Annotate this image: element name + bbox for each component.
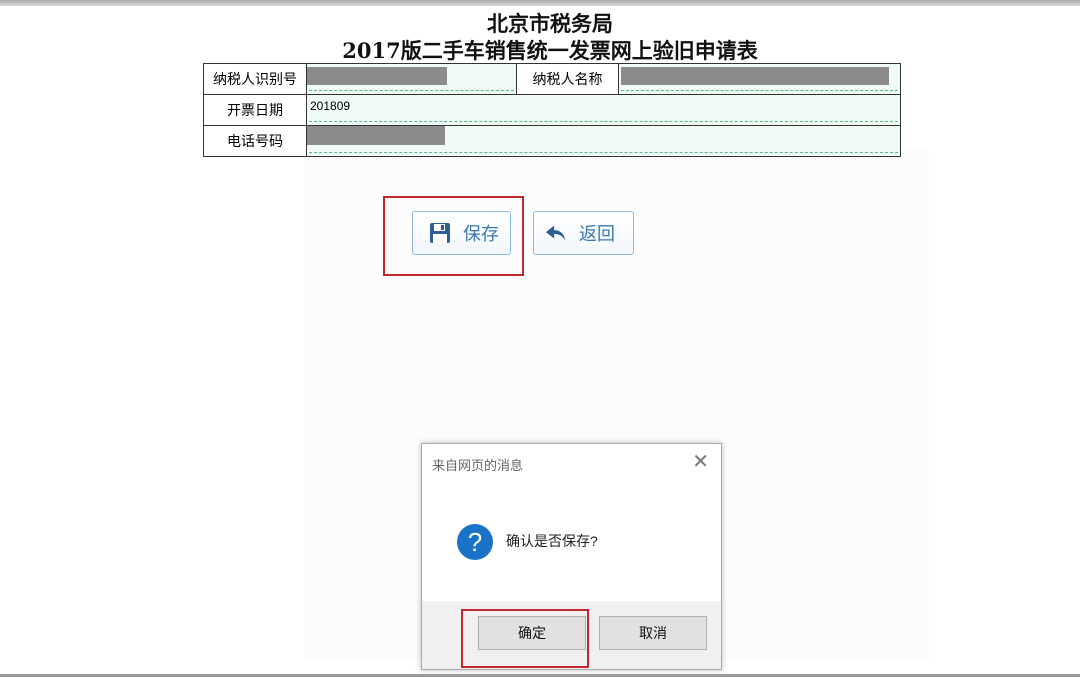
cancel-button[interactable]: 取消 — [599, 616, 707, 650]
redacted-value — [621, 67, 889, 85]
svg-text:?: ? — [468, 527, 482, 557]
application-form: 纳税人识别号 纳税人名称 开票日期 201809 电话号码 — [203, 63, 901, 157]
invoice-date-field[interactable]: 201809 — [306, 94, 901, 126]
close-icon[interactable]: ✕ — [692, 452, 709, 472]
reply-arrow-icon — [545, 222, 567, 244]
save-highlight-box — [383, 196, 524, 276]
taxpayer-name-field[interactable] — [618, 63, 901, 95]
taxpayer-name-label: 纳税人名称 — [516, 63, 619, 95]
invoice-date-label: 开票日期 — [203, 94, 307, 126]
question-icon: ? — [456, 523, 494, 561]
back-button-label: 返回 — [579, 224, 615, 244]
back-button[interactable]: 返回 — [533, 211, 634, 255]
taxpayer-id-label: 纳税人识别号 — [203, 63, 307, 95]
taxpayer-id-field[interactable] — [306, 63, 517, 95]
redacted-value — [307, 67, 447, 85]
top-rule — [0, 0, 1080, 6]
phone-field[interactable] — [306, 125, 901, 157]
phone-label: 电话号码 — [203, 125, 307, 157]
dialog-message: 确认是否保存? — [506, 533, 598, 549]
dialog-title: 来自网页的消息 — [432, 458, 524, 473]
ok-highlight-box — [461, 609, 589, 668]
invoice-date-value: 201809 — [310, 99, 351, 113]
page-title-form: 2017版二手车销售统一发票网上验旧申请表 — [342, 38, 758, 63]
redacted-value — [307, 126, 445, 145]
page-title-agency: 北京市税务局 — [487, 11, 613, 36]
